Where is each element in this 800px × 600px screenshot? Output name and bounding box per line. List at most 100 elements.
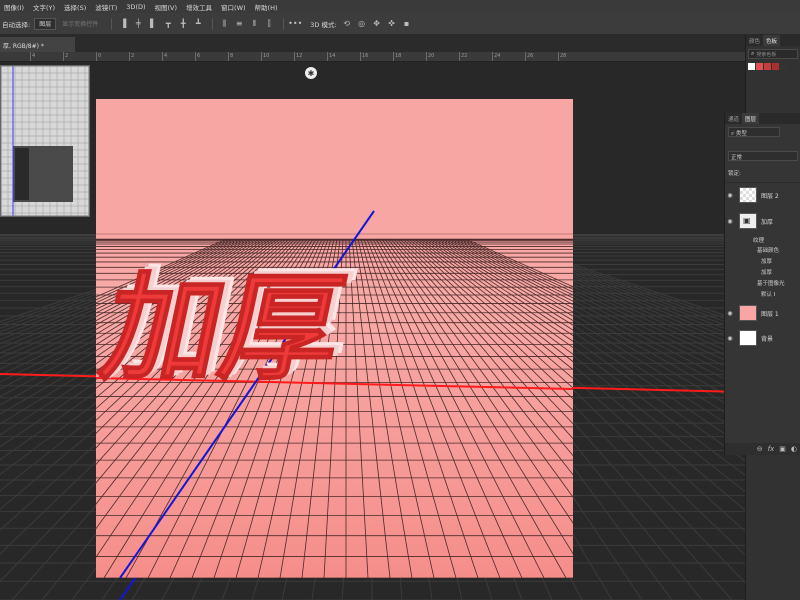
color-swatch[interactable] xyxy=(780,63,787,70)
document-tab[interactable]: 厚, RGB/8#) * xyxy=(0,37,75,52)
menu-item[interactable]: 帮助(H) xyxy=(255,2,278,12)
tab-channels[interactable]: 通道 xyxy=(725,113,742,124)
navigator-thumbnail[interactable] xyxy=(0,65,90,217)
color-swatch[interactable] xyxy=(748,63,755,70)
auto-select-dropdown[interactable]: 图层 xyxy=(34,17,57,30)
link-icon[interactable]: ⊖ xyxy=(757,445,763,453)
ruler-tick xyxy=(195,52,196,61)
align-left-icon[interactable]: ▐ xyxy=(117,18,129,30)
scale-3d-icon[interactable]: ▪ xyxy=(401,18,413,30)
ruler-tick xyxy=(129,52,130,61)
ruler-number: 10 xyxy=(263,53,270,59)
3d-layer-icon: ▣ xyxy=(743,216,751,225)
layer-row[interactable]: ◉ 图层 1 xyxy=(725,305,800,321)
layer-name: 加厚 xyxy=(761,218,774,226)
color-swatch[interactable] xyxy=(764,63,771,70)
menu-item[interactable]: 视图(V) xyxy=(155,2,178,12)
layer-row[interactable]: ◉ 图层 2 xyxy=(725,187,800,203)
layer-kind-filter[interactable]: ⌕ 类型 xyxy=(728,127,780,137)
eye-icon[interactable]: ◉ xyxy=(725,335,735,342)
ruler-number: 8 xyxy=(230,53,234,59)
eye-icon[interactable]: ◉ xyxy=(725,192,735,199)
layers-panel-tabs: 通道 图层 xyxy=(725,113,800,124)
layer-kind-value: 类型 xyxy=(735,131,747,137)
divider xyxy=(111,17,113,30)
drag-3d-icon[interactable]: ✥ xyxy=(371,18,383,30)
ruler-number: 6 xyxy=(197,53,201,59)
adjustment-icon[interactable]: ◐ xyxy=(791,445,797,453)
menu-item[interactable]: 图像(I) xyxy=(4,2,24,12)
align-center-icon[interactable]: ╪ xyxy=(132,18,144,30)
fx-icon[interactable]: fx xyxy=(768,445,775,453)
sub-item[interactable]: 基于图像光 xyxy=(757,279,785,287)
ruler-tick xyxy=(63,52,64,61)
distribute-icon[interactable]: ⫿ xyxy=(263,18,275,30)
slide-3d-icon[interactable]: ✜ xyxy=(386,18,398,30)
ruler-tick xyxy=(30,52,31,61)
canvas-art: 加厚 加厚 加厚 xyxy=(96,99,573,578)
menu-item[interactable]: 增效工具 xyxy=(186,2,212,12)
ruler-tick xyxy=(228,52,229,61)
ruler-tick xyxy=(96,52,97,61)
swatch-row xyxy=(748,63,798,72)
eye-icon[interactable]: ◉ xyxy=(725,218,735,225)
color-swatch[interactable] xyxy=(772,63,779,70)
ruler-number: 4 xyxy=(32,53,36,59)
eye-icon[interactable]: ◉ xyxy=(725,310,735,317)
ruler-tick xyxy=(525,52,526,61)
transform-controls-checkbox[interactable]: 显示变换控件 xyxy=(62,19,98,28)
color-swatch[interactable] xyxy=(756,63,763,70)
sub-item[interactable]: 加厚 xyxy=(761,257,772,265)
menu-item[interactable]: 窗口(W) xyxy=(221,2,246,12)
ruler-number: 4 xyxy=(164,53,168,59)
swatch-search[interactable]: ⌕ 搜索色板 xyxy=(748,49,798,59)
sub-item[interactable]: 基础颜色 xyxy=(757,246,779,254)
ruler-tick xyxy=(294,52,295,61)
menu-item[interactable]: 选择(S) xyxy=(64,2,86,12)
layer-row[interactable]: ◉ 背景 xyxy=(725,330,800,346)
menu-bar: 图像(I) 文字(Y) 选择(S) 滤镜(T) 3D(D) 视图(V) 增效工具 窗口(W) 帮… xyxy=(0,0,800,13)
sub-item[interactable]: 纹理 xyxy=(753,236,764,244)
ruler-number: 2 xyxy=(131,53,135,59)
options-bar: 自动选择: 图层 显示变换控件 ▐ ╪ ▌ ┳ ╋ ┻ ⫼ ≡ ⫴ ⫿ ••• … xyxy=(0,13,800,35)
ruler-number: 14 xyxy=(329,53,336,59)
align-bottom-icon[interactable]: ┻ xyxy=(192,18,204,30)
mask-icon[interactable]: ▣ xyxy=(779,445,786,453)
menu-item[interactable]: 滤镜(T) xyxy=(95,2,117,12)
align-top-icon[interactable]: ┳ xyxy=(162,18,174,30)
layer-thumbnail xyxy=(739,187,757,203)
menu-item[interactable]: 文字(Y) xyxy=(33,2,55,12)
ruler-tick xyxy=(327,52,328,61)
layer-name: 图层 2 xyxy=(761,192,779,200)
menu-item[interactable]: 3D(D) xyxy=(126,3,145,11)
more-icon[interactable]: ••• xyxy=(288,18,302,30)
horizontal-ruler: 4 2 0 2 4 6 8 10 12 14 16 18 20 22 24 26 28 xyxy=(0,52,745,62)
tab-color[interactable]: 颜色 xyxy=(746,35,763,46)
camera-axis-icon[interactable]: ✱ xyxy=(305,67,317,79)
sub-item[interactable]: 加厚 xyxy=(761,268,772,276)
ruler-tick xyxy=(360,52,361,61)
roll-3d-icon[interactable]: ◎ xyxy=(356,18,368,30)
document-canvas[interactable]: 加厚 加厚 加厚 xyxy=(96,99,573,578)
ruler-number: 20 xyxy=(428,53,435,59)
rotate-3d-icon[interactable]: ⟲ xyxy=(341,18,353,30)
ruler-number: 24 xyxy=(494,53,501,59)
align-middle-icon[interactable]: ╋ xyxy=(177,18,189,30)
tab-layers[interactable]: 图层 xyxy=(742,113,760,124)
3d-text: 加厚 xyxy=(96,259,356,397)
distribute-icon[interactable]: ⫼ xyxy=(218,18,230,30)
layer-thumbnail xyxy=(739,305,757,321)
ruler-tick xyxy=(426,52,427,61)
distribute-icon[interactable]: ≡ xyxy=(233,18,245,30)
ruler-number: 28 xyxy=(560,53,567,59)
align-right-icon[interactable]: ▌ xyxy=(147,18,159,30)
layer-row[interactable]: ◉ ▣ 加厚 xyxy=(725,213,800,229)
divider xyxy=(283,17,285,30)
swatch-search-placeholder: 搜索色板 xyxy=(756,51,777,58)
ruler-tick xyxy=(558,52,559,61)
ruler-tick xyxy=(261,52,262,61)
tab-swatches[interactable]: 色板 xyxy=(763,35,781,46)
sub-item[interactable]: 默认 I xyxy=(761,290,775,298)
distribute-icon[interactable]: ⫴ xyxy=(248,18,260,30)
blend-mode-dropdown[interactable]: 正常 xyxy=(728,151,798,161)
